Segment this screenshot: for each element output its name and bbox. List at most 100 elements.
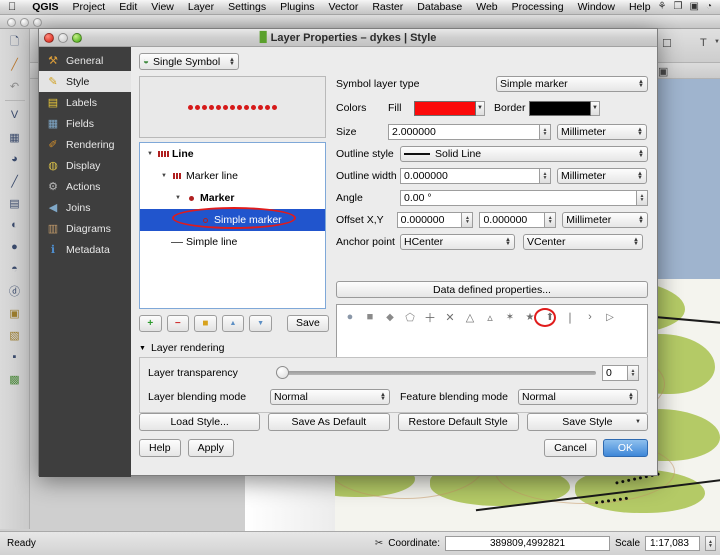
- size-input[interactable]: 2.000000: [388, 124, 540, 140]
- star-marker-icon[interactable]: ✶: [503, 309, 517, 325]
- offset-y-input[interactable]: 0.000000: [479, 212, 546, 228]
- add-raster-layer-icon[interactable]: ▦: [4, 127, 26, 147]
- offset-y-stepper[interactable]: ▲ ▼: [545, 212, 557, 228]
- triangle-marker-icon[interactable]: △: [463, 309, 477, 325]
- new-spatialite-icon[interactable]: ▧: [4, 325, 26, 345]
- renderer-type-select[interactable]: ◒ Single Symbol ▲ ▼: [139, 53, 239, 70]
- menu-edit[interactable]: Edit: [112, 0, 144, 15]
- tree-row-marker-line[interactable]: ▼ Marker line: [140, 165, 325, 187]
- menu-view[interactable]: View: [144, 0, 181, 15]
- coordinate-input[interactable]: 389809,4992821: [444, 536, 610, 551]
- angle-stepper[interactable]: ▲ ▼: [637, 190, 648, 206]
- disclosure-triangle-icon[interactable]: ▼: [158, 173, 170, 179]
- arrow-marker-icon[interactable]: ⬆: [543, 309, 557, 325]
- add-wcs-layer-icon[interactable]: ◓: [4, 259, 26, 279]
- save-style-button[interactable]: Save Style ▼: [526, 413, 648, 431]
- equilateral-triangle-marker-icon[interactable]: ▵: [483, 309, 497, 325]
- disclosure-triangle-icon[interactable]: ▼: [144, 151, 156, 157]
- data-defined-properties-button[interactable]: Data defined properties...: [336, 281, 648, 298]
- symbol-layer-type-select[interactable]: Simple marker ▲ ▼: [496, 76, 648, 92]
- outline-style-select[interactable]: Solid Line ▲ ▼: [400, 146, 648, 162]
- restore-default-style-button[interactable]: Restore Default Style: [397, 413, 519, 431]
- load-style-button[interactable]: Load Style...: [139, 413, 261, 431]
- x-marker-icon[interactable]: ✕: [443, 309, 457, 325]
- sidebar-item-general[interactable]: ⚒ General: [39, 50, 131, 71]
- undo-icon[interactable]: ↶: [4, 76, 26, 96]
- outline-width-unit-select[interactable]: Millimeter ▲ ▼: [557, 168, 647, 184]
- layer-blending-select[interactable]: Normal ▲ ▼: [270, 389, 390, 405]
- open-project-icon[interactable]: ╱: [4, 54, 26, 74]
- line-marker-icon[interactable]: ❘: [563, 309, 577, 325]
- remove-symbol-layer-icon[interactable]: −: [166, 314, 190, 332]
- tree-row-marker[interactable]: ▼ Marker: [140, 187, 325, 209]
- dialog-minimize-button[interactable]: [58, 33, 68, 43]
- tree-row-simple-line[interactable]: Simple line: [140, 231, 325, 253]
- new-shapefile-icon[interactable]: ▣: [4, 303, 26, 323]
- anchor-h-select[interactable]: HCenter ▲ ▼: [400, 234, 515, 250]
- apply-button[interactable]: Apply: [187, 439, 234, 457]
- add-delimited-text-layer-icon[interactable]: ╱: [4, 171, 26, 191]
- add-spatialite-layer-icon[interactable]: ▤: [4, 193, 26, 213]
- sidebar-item-labels[interactable]: ▤ Labels: [39, 92, 131, 113]
- tree-row-simple-marker[interactable]: Simple marker: [140, 207, 325, 231]
- pentagon-marker-icon[interactable]: ⬠: [403, 309, 417, 325]
- add-virtual-layer-icon[interactable]: ▩: [4, 369, 26, 389]
- lock-icon[interactable]: ■: [194, 314, 217, 332]
- sidebar-item-fields[interactable]: ▦ Fields: [39, 113, 131, 134]
- screen-share-icon[interactable]: ❐: [674, 2, 683, 12]
- sidebar-item-style[interactable]: ✎ Style: [39, 71, 131, 92]
- dialog-titlebar[interactable]: █ Layer Properties – dykes | Style: [39, 29, 657, 47]
- menu-qgis[interactable]: QGIS: [25, 0, 65, 15]
- arrowhead-marker-icon[interactable]: ▷: [603, 309, 617, 325]
- new-memory-layer-icon[interactable]: ▪: [4, 347, 26, 367]
- layer-transparency-slider[interactable]: [276, 366, 596, 379]
- offset-x-input[interactable]: 0.000000: [396, 212, 463, 228]
- add-vector-layer-icon[interactable]: V: [4, 105, 26, 125]
- dropbox-icon[interactable]: ⚘: [658, 2, 667, 12]
- regular-star-marker-icon[interactable]: ★: [523, 309, 537, 325]
- anchor-v-select[interactable]: VCenter ▲ ▼: [523, 234, 643, 250]
- menu-help[interactable]: Help: [622, 0, 658, 15]
- offset-x-stepper[interactable]: ▲ ▼: [462, 212, 474, 228]
- move-down-icon[interactable]: ▼: [249, 314, 272, 332]
- circle-marker-icon[interactable]: ●: [343, 309, 357, 325]
- feature-blending-select[interactable]: Normal ▲ ▼: [518, 389, 638, 405]
- sidebar-item-diagrams[interactable]: ▥ Diagrams: [39, 218, 131, 239]
- menu-settings[interactable]: Settings: [221, 0, 273, 15]
- diamond-marker-icon[interactable]: ◆: [383, 309, 397, 325]
- menu-window[interactable]: Window: [571, 0, 622, 15]
- border-color-swatch[interactable]: [529, 100, 591, 116]
- layer-rendering-header[interactable]: ▼ Layer rendering: [139, 342, 648, 354]
- size-unit-select[interactable]: Millimeter ▲ ▼: [557, 124, 647, 140]
- sidebar-item-rendering[interactable]: ✐ Rendering: [39, 134, 131, 155]
- sidebar-item-joins[interactable]: ◀ Joins: [39, 197, 131, 218]
- toolbar-extra-icon[interactable]: ▣: [658, 65, 668, 78]
- ok-button[interactable]: OK: [602, 439, 648, 457]
- menu-project[interactable]: Project: [66, 0, 113, 15]
- add-postgis-layer-icon[interactable]: ◐: [4, 215, 26, 235]
- border-color-dropdown[interactable]: ▼: [591, 100, 600, 116]
- half-arc-marker-icon[interactable]: ›: [583, 309, 597, 325]
- time-machine-icon[interactable]: ◔: [706, 2, 712, 12]
- layer-transparency-stepper[interactable]: ▲ ▼: [628, 365, 639, 381]
- menu-layer[interactable]: Layer: [181, 0, 221, 15]
- new-annotation-icon[interactable]: ☐: [662, 37, 672, 50]
- layer-transparency-input[interactable]: 0: [602, 365, 628, 381]
- move-up-icon[interactable]: ▲: [221, 314, 245, 332]
- size-stepper[interactable]: ▲ ▼: [540, 124, 551, 140]
- add-wms-layer-icon[interactable]: ●: [4, 237, 26, 257]
- add-symbol-layer-icon[interactable]: +: [139, 314, 162, 332]
- fill-color-dropdown[interactable]: ▼: [476, 100, 485, 116]
- outline-width-stepper[interactable]: ▲ ▼: [540, 168, 551, 184]
- save-symbol-button[interactable]: Save: [286, 314, 329, 332]
- text-annotation-icon[interactable]: T: [700, 37, 707, 49]
- symbol-layer-tree[interactable]: ▼ Line ▼ Marker line ▼ Marker Simple mar…: [139, 142, 326, 309]
- menu-raster[interactable]: Raster: [365, 0, 410, 15]
- scale-input[interactable]: 1:17,083: [645, 536, 700, 551]
- qgis-zoom-button[interactable]: [33, 18, 42, 27]
- save-as-default-button[interactable]: Save As Default: [268, 413, 390, 431]
- qgis-close-button[interactable]: [7, 18, 16, 27]
- menu-plugins[interactable]: Plugins: [273, 0, 321, 15]
- menu-database[interactable]: Database: [410, 0, 469, 15]
- render-icon[interactable]: ✂: [375, 538, 383, 549]
